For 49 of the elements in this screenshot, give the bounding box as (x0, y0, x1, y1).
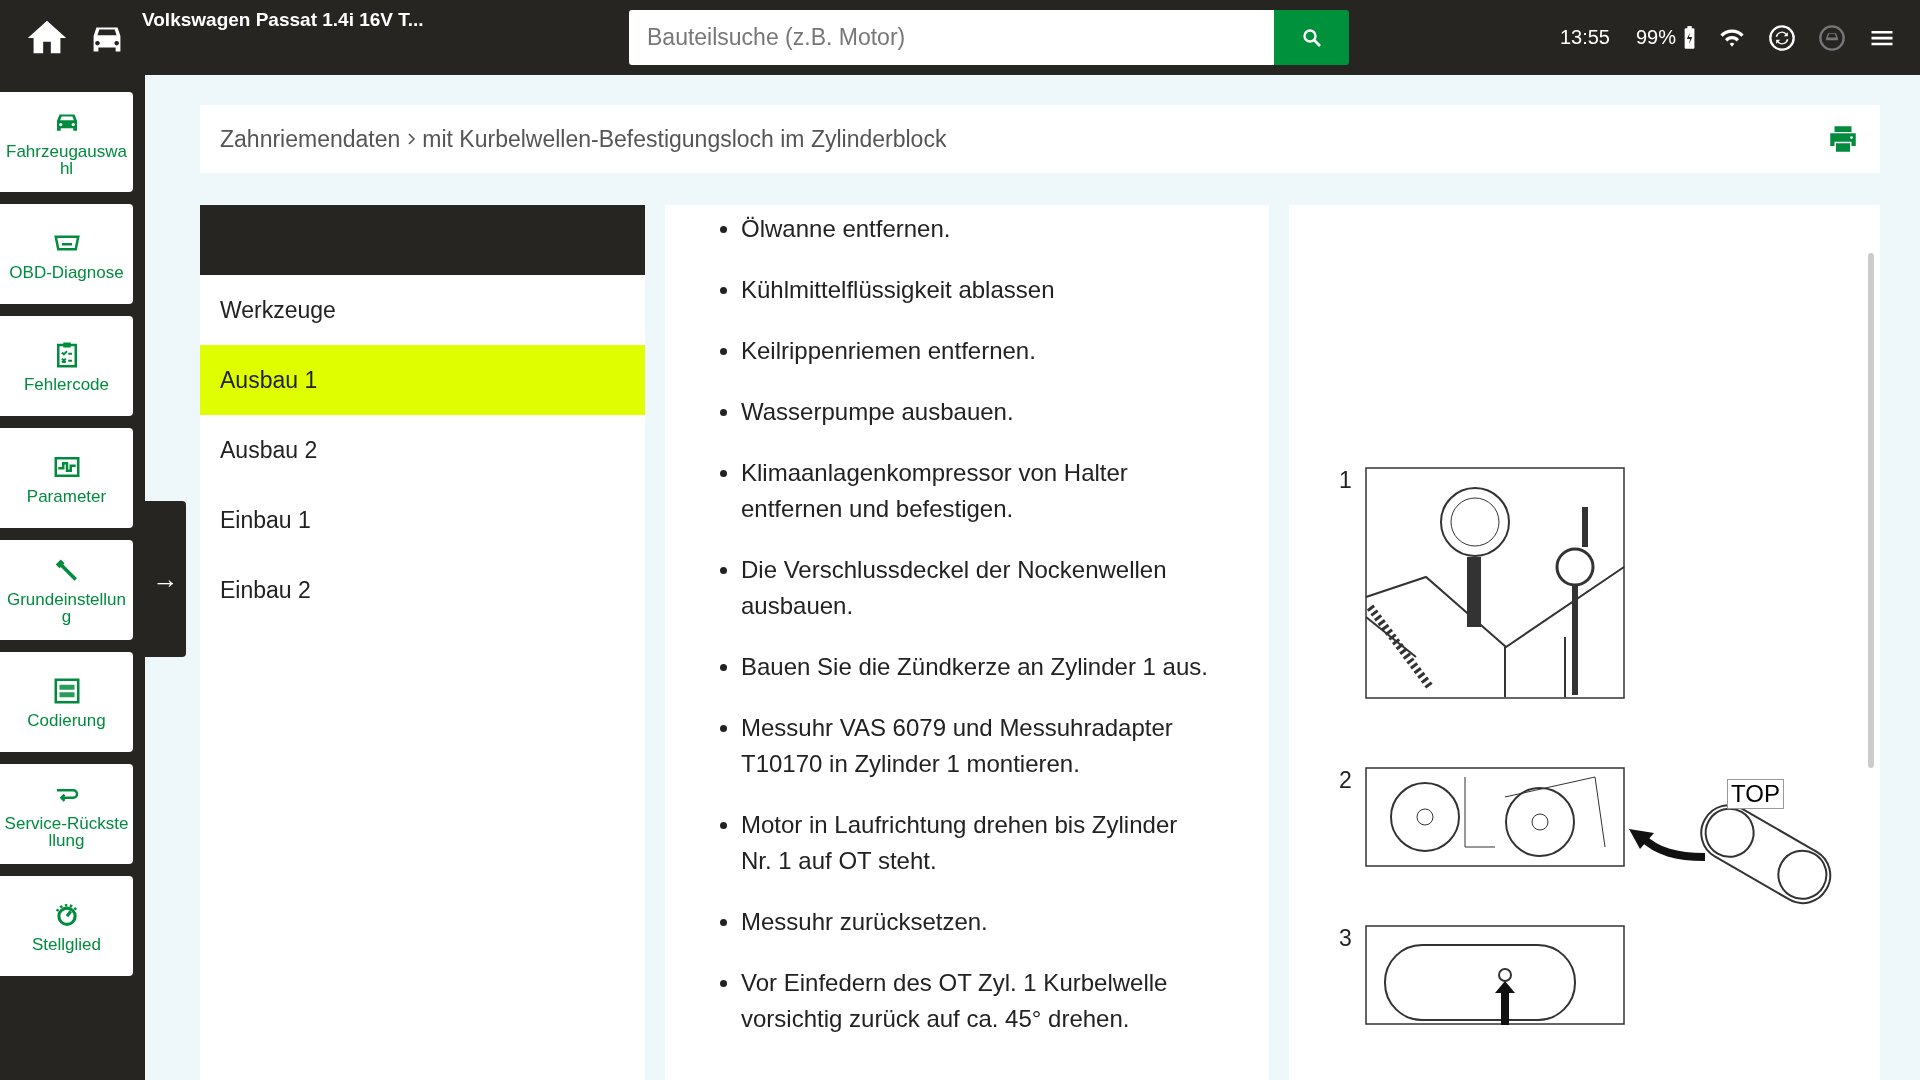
breadcrumb-item[interactable]: Zahnriemendaten (220, 125, 401, 153)
instruction-step: Vor Einfedern des OT Zyl. 1 Kurbelwelle vorsichtig zurück auf ca. 45° drehen. (741, 965, 1211, 1037)
search-button[interactable] (1274, 10, 1349, 65)
bullet-icon (720, 919, 727, 926)
bullet-icon (720, 348, 727, 355)
bullet-icon (720, 664, 727, 671)
bullet-icon (720, 470, 727, 477)
breadcrumb-item[interactable]: mit Kurbelwellen-Befestigungsloch im Zylinderblock (422, 125, 947, 153)
bullet-icon (720, 980, 727, 987)
sidebar-item[interactable]: Service-Rückstellung (0, 764, 133, 864)
figure-number: 3 (1339, 925, 1353, 952)
sidebar-item[interactable]: Codierung (0, 652, 133, 752)
instruction-step: Keilrippenriemen entfernen. (741, 333, 1211, 369)
vehicle-title: Volkswagen Passat 1.4i 16V T... (142, 9, 425, 31)
instruction-step: Messuhr zurücksetzen. (741, 904, 1211, 940)
sidebar-item[interactable]: Parameter (0, 428, 133, 528)
sidebar-item[interactable]: OBD-Diagnose (0, 204, 133, 304)
clock-time: 13:55 (1559, 26, 1610, 49)
bullet-icon (720, 287, 727, 294)
instruction-step: Die Verschlussdeckel der Nockenwellen ausbauen. (741, 552, 1211, 624)
bullet-icon (720, 409, 727, 416)
battery-charging-icon (1682, 24, 1696, 51)
bullet-icon (720, 226, 727, 233)
sidebar-item[interactable]: Grundeinstellung (0, 540, 133, 640)
instruction-step: Kühlmittelflüssigkeit ablassen (741, 272, 1211, 308)
menu-item[interactable]: Ausbau 1 (200, 345, 645, 415)
sidebar-item[interactable]: Stellglied (0, 876, 133, 976)
sidebar-item[interactable]: Fahrzeugauswahl (0, 92, 133, 192)
sidebar-item[interactable]: Fehlercode (0, 316, 133, 416)
arrow-icon (1495, 981, 1515, 1025)
bullet-icon (720, 725, 727, 732)
battery-level: 99% (1635, 26, 1676, 49)
sync-icon[interactable] (1768, 23, 1796, 52)
instruction-step: Messuhr VAS 6079 und Messuhradapter T10170 in Zylinder 1 montieren. (741, 710, 1211, 782)
instruction-step: Wasserpumpe ausbauen. (741, 394, 1211, 430)
instruction-step: Bauen Sie die Zündkerze an Zylinder 1 aus. (741, 649, 1211, 685)
figure-number: 1 (1339, 467, 1353, 494)
vehicle-status-icon[interactable] (1818, 23, 1846, 52)
instruction-step: Klimaanlagenkompressor von Halter entfernen und befestigen. (741, 455, 1211, 527)
scrollbar[interactable] (1868, 253, 1874, 768)
bullet-icon (720, 822, 727, 829)
bullet-icon (720, 567, 727, 574)
figure-number: 2 (1339, 767, 1353, 794)
instruction-step: Ölwanne entfernen. (741, 211, 1211, 247)
instruction-step: Motor in Laufrichtung drehen bis Zylinder Nr. 1 auf OT steht. (741, 807, 1211, 879)
sidebar-toggle-button[interactable]: → (145, 501, 186, 657)
search-field[interactable]: Bauteilsuche (z.B. Motor) (629, 10, 1274, 65)
callout-label: TOP (1727, 779, 1784, 809)
chevron-icon (406, 131, 417, 147)
